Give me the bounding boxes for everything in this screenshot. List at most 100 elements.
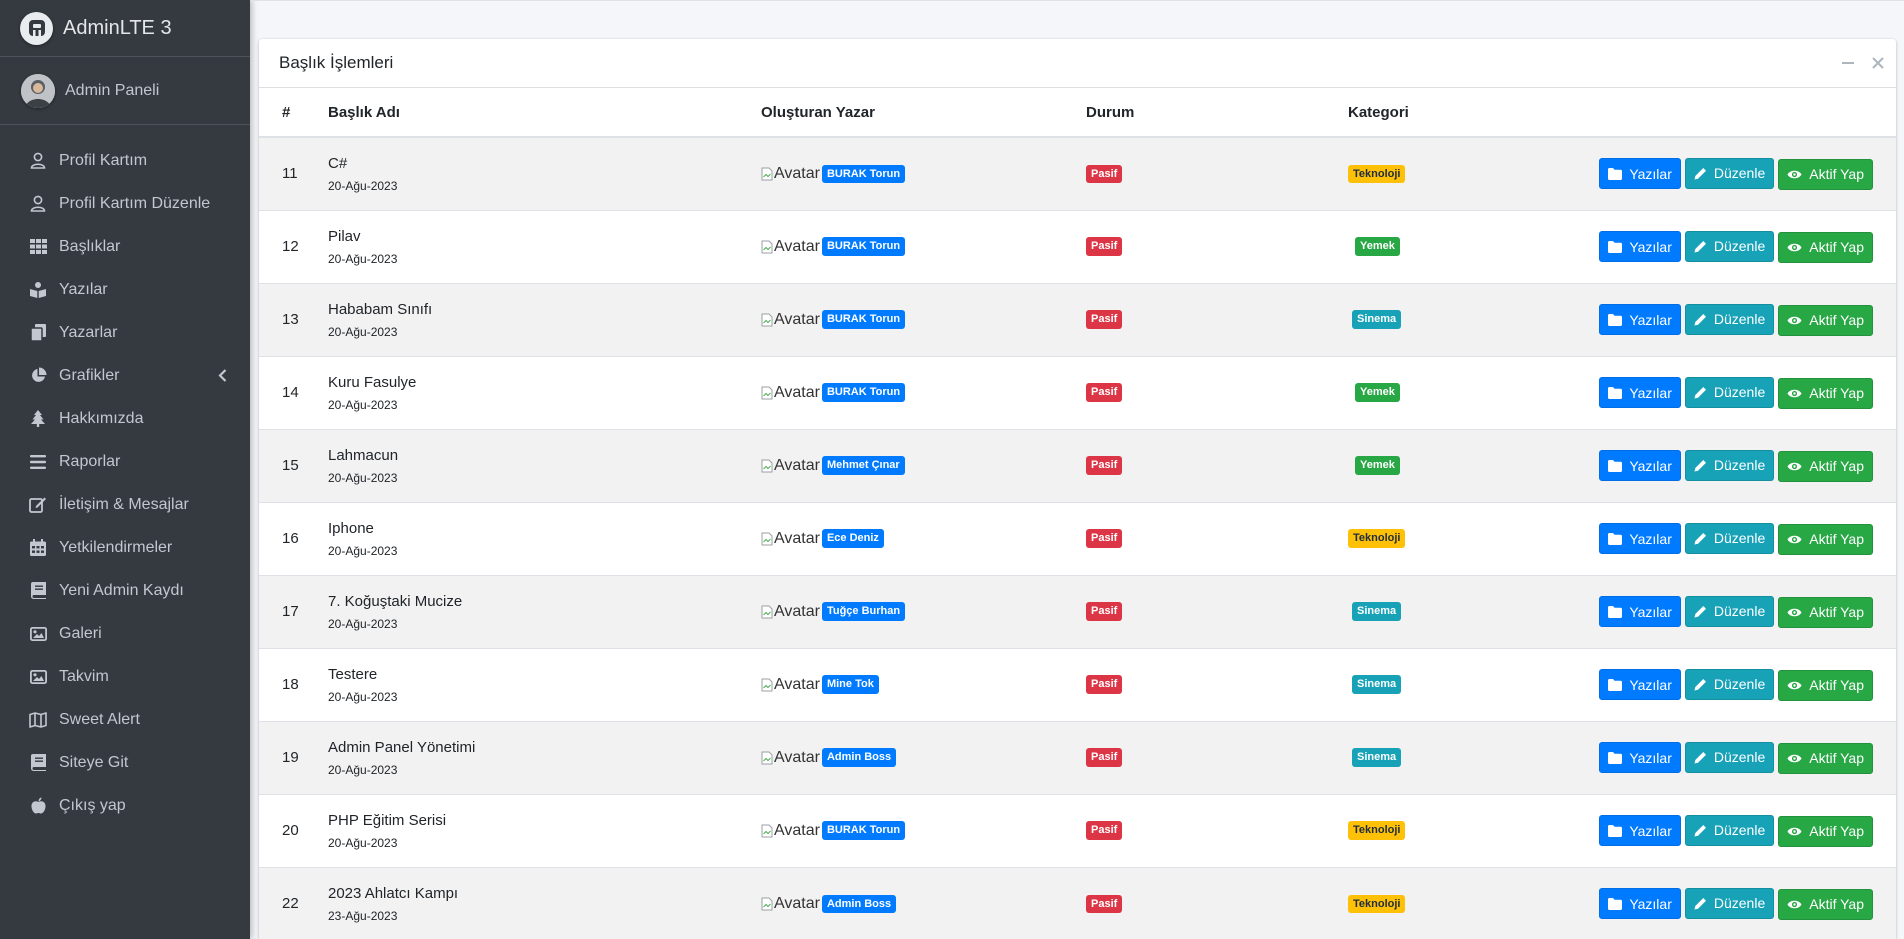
sidebar-item-yazılar[interactable]: Yazılar <box>0 268 250 311</box>
topic-title: PHP Eğitim Serisi <box>328 811 447 829</box>
table-row: 12 Pilav 20-Ağu-2023 Avatar BURAK Torun Pasif… <box>259 210 1896 283</box>
row-id: 20 <box>282 822 299 839</box>
activate-button[interactable]: Aktif Yap <box>1778 158 1873 190</box>
edit-button[interactable]: Düzenle <box>1684 303 1775 335</box>
activate-button-label: Aktif Yap <box>1809 823 1864 839</box>
book-reader-icon <box>27 280 49 300</box>
edit-button[interactable]: Düzenle <box>1684 668 1775 700</box>
activate-button[interactable]: Aktif Yap <box>1778 450 1873 482</box>
row-author-cell: Avatar Admin Boss <box>761 867 1086 939</box>
edit-button-label: Düzenle <box>1713 238 1766 254</box>
edit-button[interactable]: Düzenle <box>1684 376 1775 408</box>
activate-button[interactable]: Aktif Yap <box>1778 596 1873 628</box>
edit-button[interactable]: Düzenle <box>1684 522 1775 554</box>
activate-button[interactable]: Aktif Yap <box>1778 377 1873 409</box>
sidebar-item-yazarlar[interactable]: Yazarlar <box>0 311 250 354</box>
posts-button[interactable]: Yazılar <box>1599 888 1681 920</box>
sidebar-item-başlıklar[interactable]: Başlıklar <box>0 225 250 268</box>
edit-button[interactable]: Düzenle <box>1684 595 1775 627</box>
sidebar-item-yetkilendirmeler[interactable]: Yetkilendirmeler <box>0 526 250 569</box>
category-badge: Yemek <box>1355 237 1400 256</box>
posts-button[interactable]: Yazılar <box>1599 377 1681 408</box>
sidebar-item-profil-kartım[interactable]: Profil Kartım <box>0 139 250 182</box>
sidebar-item-yeni-admin-kaydı[interactable]: Yeni Admin Kaydı <box>0 569 250 612</box>
author-avatar: Avatar <box>761 676 820 694</box>
sidebar-item-galeri[interactable]: Galeri <box>0 612 250 655</box>
user-panel[interactable]: Admin Paneli <box>0 57 250 125</box>
sidebar-item-sweet-alert[interactable]: Sweet Alert <box>0 698 250 741</box>
edit-button[interactable]: Düzenle <box>1684 814 1775 846</box>
status-badge: Pasif <box>1086 675 1123 694</box>
author-avatar: Avatar <box>761 822 820 840</box>
posts-button[interactable]: Yazılar <box>1599 231 1681 262</box>
book-icon <box>27 581 49 601</box>
status-badge: Pasif <box>1086 602 1123 621</box>
pencil-icon <box>1694 824 1711 837</box>
sidebar-item-label: Hakkımızda <box>59 409 144 427</box>
row-author-cell: Avatar Ece Deniz <box>761 502 1086 575</box>
times-icon[interactable] <box>1870 55 1886 71</box>
author-badge: Tuğçe Burhan <box>821 602 906 621</box>
topic-title: Testere <box>328 665 378 683</box>
row-status-cell: Pasif <box>1086 502 1348 575</box>
edit-button[interactable]: Düzenle <box>1684 741 1775 773</box>
category-badge: Teknoloji <box>1348 164 1406 183</box>
minus-icon[interactable] <box>1840 55 1856 71</box>
posts-button[interactable]: Yazılar <box>1599 158 1681 190</box>
edit-button[interactable]: Düzenle <box>1684 887 1775 919</box>
activate-button[interactable]: Aktif Yap <box>1778 231 1873 263</box>
author-avatar: Avatar <box>761 749 820 767</box>
sidebar-item-profil-kartım-düzenle[interactable]: Profil Kartım Düzenle <box>0 182 250 225</box>
posts-button[interactable]: Yazılar <box>1599 450 1681 481</box>
row-category-cell: Teknoloji <box>1348 867 1588 939</box>
user-name[interactable]: Admin Paneli <box>65 82 159 100</box>
activate-button-label: Aktif Yap <box>1809 604 1864 620</box>
edit-button[interactable]: Düzenle <box>1684 230 1775 262</box>
table-row: 17 7. Koğuştaki Mucize 20-Ağu-2023 Avatar Tu… <box>259 575 1896 648</box>
posts-button[interactable]: Yazılar <box>1599 815 1681 846</box>
sidebar-item-siteye-git[interactable]: Siteye Git <box>0 741 250 784</box>
row-id: 11 <box>282 165 298 183</box>
edit-button-label: Düzenle <box>1713 603 1766 619</box>
sidebar-item-i-letişim-mesajlar[interactable]: İletişim & Mesajlar <box>0 483 250 526</box>
sidebar-item-raporlar[interactable]: Raporlar <box>0 440 250 483</box>
activate-button[interactable]: Aktif Yap <box>1778 888 1873 920</box>
activate-button[interactable]: Aktif Yap <box>1778 815 1873 847</box>
row-title-cell: PHP Eğitim Serisi 20-Ağu-2023 <box>328 794 761 867</box>
row-status-cell: Pasif <box>1086 356 1348 429</box>
activate-button[interactable]: Aktif Yap <box>1778 304 1873 336</box>
sidebar-item-grafikler[interactable]: Grafikler <box>0 354 250 397</box>
brand-link[interactable]: AdminLTE 3 <box>0 0 250 57</box>
posts-button[interactable]: Yazılar <box>1599 742 1681 773</box>
topics-card: Başlık İşlemleri # Başlık Adı Oluşturan … <box>259 39 1896 939</box>
posts-button[interactable]: Yazılar <box>1599 669 1681 700</box>
edit-button[interactable]: Düzenle <box>1684 449 1775 481</box>
author-badge: Admin Boss <box>821 894 897 913</box>
activate-button[interactable]: Aktif Yap <box>1778 742 1873 774</box>
posts-button[interactable]: Yazılar <box>1599 523 1681 554</box>
sidebar-item-çıkış-yap[interactable]: Çıkış yap <box>0 784 250 827</box>
bars-icon <box>27 452 49 472</box>
edit-button[interactable]: Düzenle <box>1684 157 1775 189</box>
posts-button[interactable]: Yazılar <box>1599 304 1681 335</box>
chevron-left-icon[interactable] <box>216 369 228 382</box>
sidebar-item-label: Grafikler <box>59 366 120 384</box>
activate-button-label: Aktif Yap <box>1809 750 1864 766</box>
activate-button-label: Aktif Yap <box>1809 531 1864 547</box>
sidebar-item-label: Yetkilendirmeler <box>59 538 173 556</box>
sidebar-item-label: İletişim & Mesajlar <box>59 495 189 513</box>
activate-button[interactable]: Aktif Yap <box>1778 523 1873 555</box>
posts-button[interactable]: Yazılar <box>1599 596 1681 627</box>
sidebar-item-hakkımızda[interactable]: Hakkımızda <box>0 397 250 440</box>
row-status-cell: Pasif <box>1086 283 1348 356</box>
activate-button[interactable]: Aktif Yap <box>1778 669 1873 701</box>
row-status-cell: Pasif <box>1086 575 1348 648</box>
topic-title: 2023 Ahlatcı Kampı <box>328 884 459 902</box>
broken-image-icon <box>761 605 773 618</box>
eye-icon <box>1787 242 1806 253</box>
row-title-cell: Admin Panel Yönetimi 20-Ağu-2023 <box>328 721 761 794</box>
row-id: 18 <box>282 676 299 693</box>
sidebar-item-takvim[interactable]: Takvim <box>0 655 250 698</box>
eye-icon <box>1787 315 1806 326</box>
author-badge: Admin Boss <box>821 748 897 767</box>
